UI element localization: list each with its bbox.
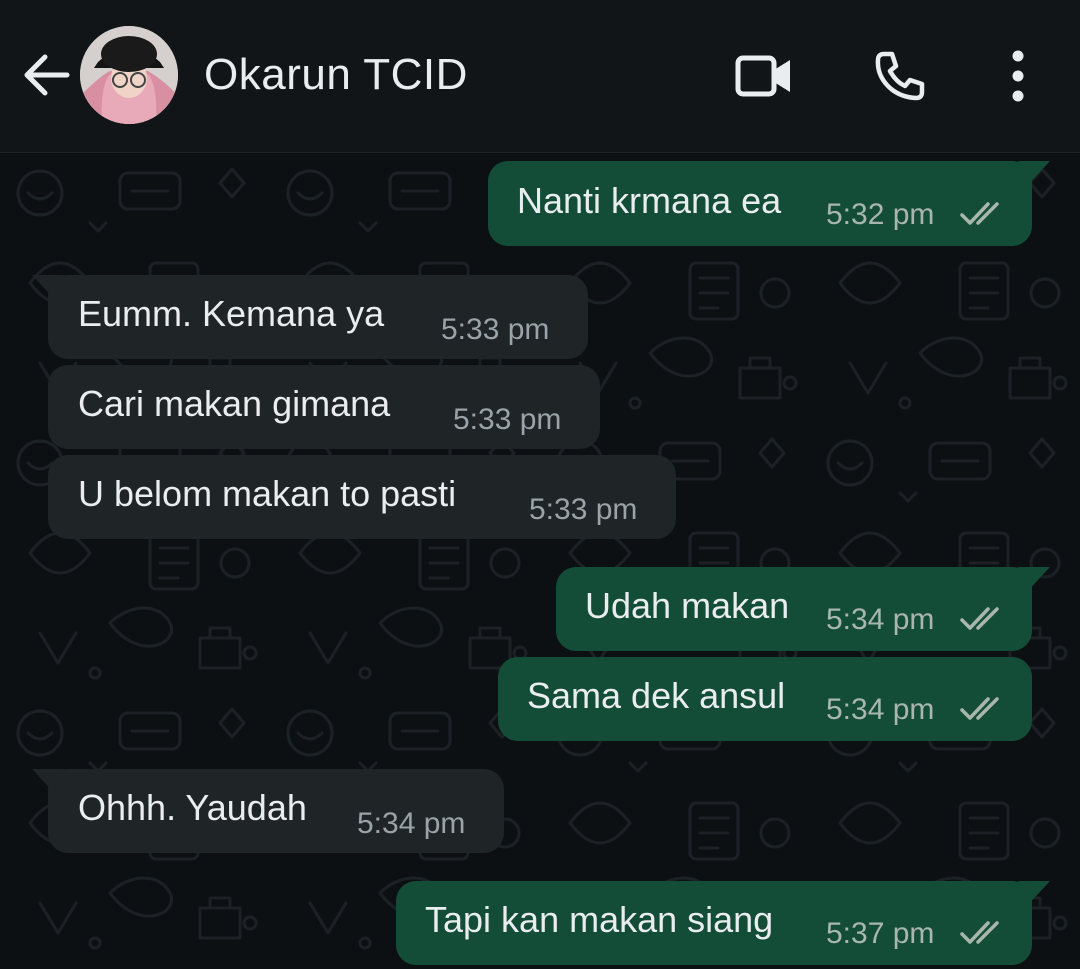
double-check-icon [960, 697, 999, 720]
more-vertical-icon [1012, 50, 1024, 102]
message-text: Cari makan gimana [78, 383, 391, 424]
double-check-icon [960, 921, 999, 944]
message-text: Sama dek ansul [527, 675, 786, 716]
message-bubble-outgoing[interactable]: Sama dek ansul 5:34 pm [498, 657, 1032, 741]
message-time: 5:33 pm [529, 493, 638, 526]
contact-name[interactable]: Okarun TCID [204, 48, 468, 102]
back-button[interactable] [18, 46, 76, 104]
video-call-button[interactable] [728, 40, 800, 112]
voice-call-button[interactable] [864, 40, 936, 112]
message-text: Eumm. Kemana ya [78, 293, 385, 334]
message-bubble-incoming[interactable]: U belom makan to pasti 5:33 pm [48, 455, 676, 539]
contact-avatar[interactable] [80, 26, 178, 124]
message-time: 5:32 pm [826, 198, 935, 231]
message-time: 5:37 pm [826, 917, 935, 950]
double-check-icon [960, 202, 999, 225]
double-check-icon [960, 607, 999, 630]
phone-icon [875, 51, 925, 101]
message-time: 5:34 pm [826, 603, 935, 636]
more-options-button[interactable] [982, 40, 1054, 112]
message-text: U belom makan to pasti [78, 473, 457, 514]
message-text: Ohhh. Yaudah [78, 787, 307, 828]
message-bubble-incoming[interactable]: Eumm. Kemana ya 5:33 pm [48, 275, 588, 359]
message-time: 5:34 pm [826, 693, 935, 726]
message-bubble-incoming[interactable]: Ohhh. Yaudah 5:34 pm [48, 769, 504, 853]
message-bubble-outgoing[interactable]: Nanti krmana ea 5:32 pm [488, 161, 1032, 246]
avatar-image [80, 26, 178, 124]
message-bubble-incoming[interactable]: Cari makan gimana 5:33 pm [48, 365, 600, 449]
message-time: 5:34 pm [357, 807, 466, 840]
message-time: 5:33 pm [441, 313, 550, 346]
message-time: 5:33 pm [453, 403, 562, 436]
message-bubble-outgoing[interactable]: Tapi kan makan siang 5:37 pm [396, 881, 1032, 965]
arrow-left-icon [24, 54, 70, 96]
message-text: Udah makan [585, 585, 790, 626]
message-text: Tapi kan makan siang [425, 899, 774, 940]
video-call-icon [735, 55, 790, 97]
message-text: Nanti krmana ea [517, 180, 782, 221]
chat-header: Okarun TCID [0, 0, 1080, 153]
chat-screen: Okarun TCID Nanti krmana ea 5:32 pm Eumm… [0, 0, 1080, 969]
message-bubble-outgoing[interactable]: Udah makan 5:34 pm [556, 567, 1032, 651]
